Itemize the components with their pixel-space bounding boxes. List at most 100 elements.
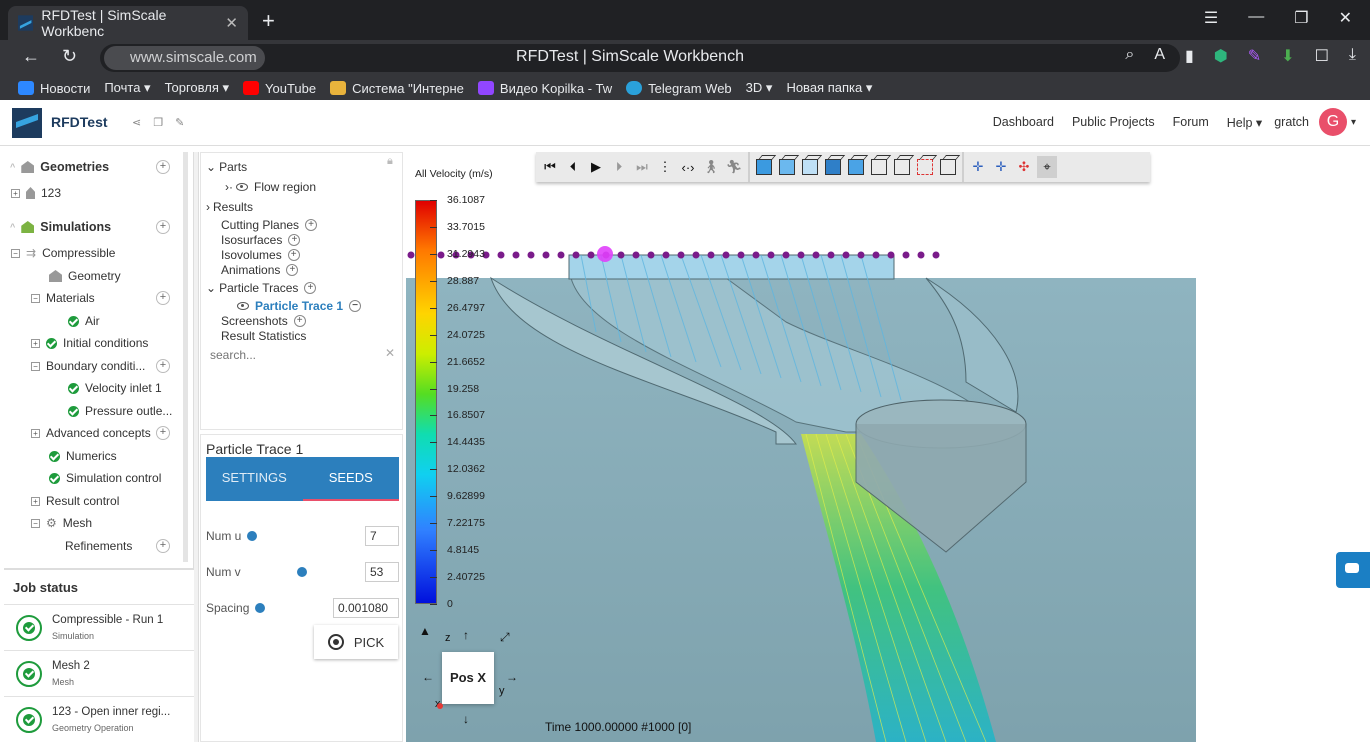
minimize-icon[interactable]: — xyxy=(1248,8,1264,28)
add-icon[interactable]: + xyxy=(293,315,306,327)
tree-geometry-item[interactable]: + 123 xyxy=(11,186,61,200)
copy-icon[interactable]: ❐ xyxy=(153,116,163,129)
chevron-right-icon[interactable]: › xyxy=(206,200,210,214)
rotate-down-icon[interactable]: ↓ xyxy=(463,712,469,726)
bookmark-item[interactable]: Новости xyxy=(18,81,90,96)
chevron-right-icon[interactable]: ›· xyxy=(225,180,233,194)
first-frame-icon[interactable]: ⏮ xyxy=(540,156,560,178)
extension-shield-icon[interactable]: ⬢ xyxy=(1214,46,1228,66)
eye-icon[interactable] xyxy=(236,183,248,191)
extension-feather-icon[interactable]: ✎ xyxy=(1248,46,1261,66)
add-geometry-icon[interactable]: + xyxy=(156,160,170,174)
clear-search-icon[interactable]: ✕ xyxy=(385,346,395,360)
share-icon[interactable]: ⋖ xyxy=(132,116,141,129)
search-input[interactable] xyxy=(210,346,396,364)
bookmark-item[interactable]: Видео Kopilka - Tw xyxy=(477,81,612,96)
walk-speed-icon[interactable]: 🚶︎ xyxy=(701,156,721,178)
tree-result-control[interactable]: + Result control xyxy=(31,494,119,508)
edit-icon[interactable]: ✎ xyxy=(175,116,184,129)
bookmark-folder[interactable]: 3D ▾ xyxy=(746,80,773,96)
tree-isosurfaces[interactable]: Isosurfaces + xyxy=(221,233,301,247)
num-u-input[interactable] xyxy=(365,526,399,546)
rotate-right-icon[interactable]: → xyxy=(506,670,518,684)
tab-seeds[interactable]: SEEDS xyxy=(302,457,399,501)
close-tab-icon[interactable]: ✕ xyxy=(225,14,238,32)
hidden-edges-icon[interactable] xyxy=(915,156,935,178)
chevron-down-icon[interactable]: ▾ xyxy=(1351,117,1356,128)
solid-edges-view-icon[interactable] xyxy=(777,156,797,178)
job-item[interactable]: Mesh 2 Mesh xyxy=(4,650,194,696)
menu-icon[interactable]: ☰ xyxy=(1204,8,1218,28)
last-frame-icon[interactable]: ⏭ xyxy=(632,156,652,178)
new-tab-icon[interactable]: + xyxy=(262,8,275,34)
tree-scrollbar[interactable] xyxy=(183,152,188,562)
tree-screenshots[interactable]: Screenshots + xyxy=(221,314,306,328)
tree-boundary-conditions[interactable]: − Boundary conditi... xyxy=(31,359,145,373)
browser-tab[interactable]: RFDTest | SimScale Workbenc ✕ xyxy=(8,6,248,40)
avatar[interactable]: G xyxy=(1318,108,1347,136)
tree-pressure-outlet[interactable]: Pressure outle... xyxy=(68,404,172,418)
bookmark-item[interactable]: YouTube xyxy=(243,81,316,96)
collapse-icon[interactable]: − xyxy=(31,518,40,528)
nav-help[interactable]: Help ▾ xyxy=(1227,115,1262,130)
3d-viewer[interactable]: All Velocity (m/s) 36.1087 33.7015 31.2943… xyxy=(406,152,1370,742)
bookmark-item[interactable]: Система "Интерне xyxy=(330,81,464,96)
tree-geometries[interactable]: ^ Geometries xyxy=(10,160,109,174)
tree-air[interactable]: Air xyxy=(68,314,100,328)
expand-icon[interactable]: + xyxy=(31,428,40,438)
run-speed-icon[interactable]: 🏃︎ xyxy=(724,156,744,178)
tree-result-statistics[interactable]: Result Statistics xyxy=(221,329,306,343)
translate-icon[interactable]: A xyxy=(1154,46,1165,66)
add-icon[interactable]: + xyxy=(304,282,317,294)
add-boundary-condition-icon[interactable]: + xyxy=(156,359,170,373)
probe-face-icon[interactable]: ✣ xyxy=(1014,156,1034,178)
bookmark-icon[interactable]: ▮ xyxy=(1185,46,1194,66)
expand-icon[interactable]: + xyxy=(31,338,40,348)
nav-dashboard[interactable]: Dashboard xyxy=(993,115,1054,129)
loop-icon[interactable]: ‹·› xyxy=(678,156,698,178)
collapse-icon[interactable]: − xyxy=(31,293,40,303)
tree-particle-traces[interactable]: ⌄ Particle Traces + xyxy=(206,281,317,295)
add-simulation-icon[interactable]: + xyxy=(156,220,170,234)
add-material-icon[interactable]: + xyxy=(156,291,170,305)
tree-advanced-concepts[interactable]: + Advanced concepts xyxy=(31,426,151,440)
extension-chat-icon[interactable]: ☐ xyxy=(1315,46,1329,66)
job-item[interactable]: 123 - Open inner regi... Geometry Operat… xyxy=(4,696,194,742)
info-dot-icon[interactable] xyxy=(255,603,265,613)
eye-icon[interactable] xyxy=(237,302,249,310)
job-item[interactable]: Compressible - Run 1 Simulation xyxy=(4,604,194,650)
info-dot-icon[interactable] xyxy=(297,567,307,577)
close-window-icon[interactable]: ✕ xyxy=(1339,8,1352,28)
next-frame-icon[interactable]: ⏵ xyxy=(609,156,629,178)
transparent-view-icon[interactable] xyxy=(800,156,820,178)
crosshair-icon[interactable]: ⌖ xyxy=(1037,156,1057,178)
add-refinement-icon[interactable]: + xyxy=(156,539,170,553)
bookmark-folder[interactable]: Торговля ▾ xyxy=(165,80,229,96)
bookmark-item[interactable]: Telegram Web xyxy=(626,81,732,96)
tree-compressible[interactable]: − ⇉ Compressible xyxy=(11,246,115,260)
chat-icon[interactable] xyxy=(1336,552,1370,588)
lock-icon[interactable]: 🔒︎ xyxy=(387,155,393,168)
flow-visualization[interactable] xyxy=(406,152,1370,742)
add-icon[interactable]: + xyxy=(286,264,299,276)
probe-edge-icon[interactable]: ✛ xyxy=(991,156,1011,178)
tree-flow-region[interactable]: ›· Flow region xyxy=(225,180,316,194)
expand-icon[interactable]: + xyxy=(11,188,20,198)
wireframe-icon[interactable] xyxy=(869,156,889,178)
add-icon[interactable]: + xyxy=(287,249,300,261)
chevron-down-icon[interactable]: ⌄ xyxy=(206,160,216,174)
remove-icon[interactable]: − xyxy=(349,300,362,312)
username[interactable]: gratch xyxy=(1274,115,1309,129)
tree-velocity-inlet[interactable]: Velocity inlet 1 xyxy=(68,381,162,395)
outline-icon[interactable] xyxy=(938,156,958,178)
spacing-input[interactable] xyxy=(333,598,399,618)
simscale-logo-icon[interactable] xyxy=(12,108,42,138)
collapse-icon[interactable]: − xyxy=(11,248,20,258)
add-icon[interactable]: + xyxy=(305,219,318,231)
restore-icon[interactable]: ❐ xyxy=(1294,8,1308,28)
rotate-up-icon[interactable]: ↑ xyxy=(463,628,469,642)
tree-results[interactable]: › Results xyxy=(206,200,253,214)
previous-frame-icon[interactable]: ⏴ xyxy=(563,156,583,178)
tree-isovolumes[interactable]: Isovolumes + xyxy=(221,248,300,262)
tree-refinements[interactable]: Refinements xyxy=(65,539,132,553)
